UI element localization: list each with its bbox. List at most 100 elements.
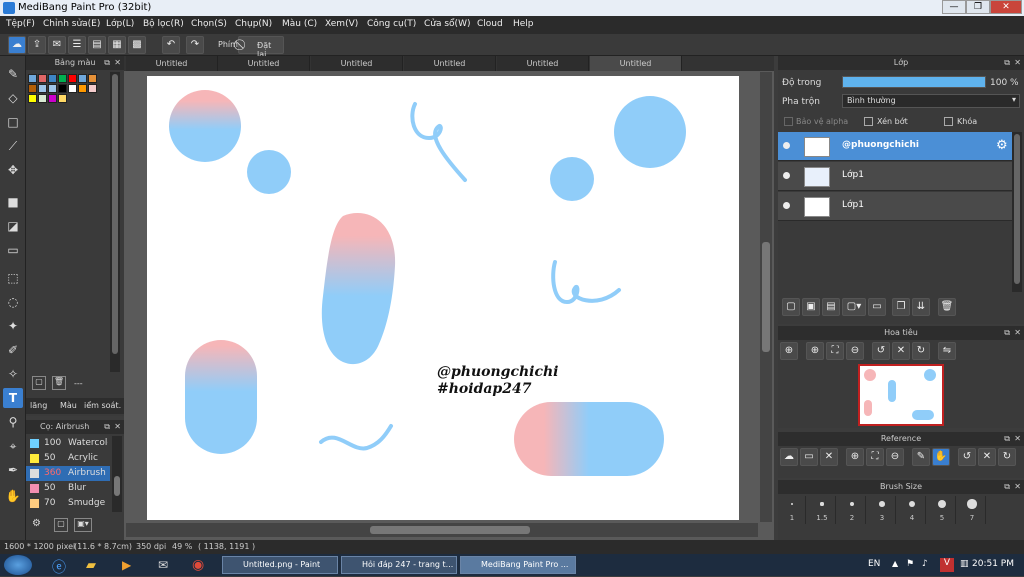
brush-item[interactable]: 70 Smudge	[26, 496, 110, 511]
popout-icon[interactable]: ⧉	[1004, 480, 1010, 494]
color-swatch[interactable]	[78, 84, 87, 93]
color-swatch[interactable]	[38, 74, 47, 83]
color-swatch[interactable]	[28, 74, 37, 83]
bucket-tool-icon[interactable]: ◪	[3, 216, 23, 236]
color-swatch[interactable]	[88, 84, 97, 93]
canvas-vscrollbar[interactable]	[760, 72, 772, 522]
close-panel-icon[interactable]: ✕	[114, 56, 121, 70]
rect-tool-icon[interactable]: □	[3, 112, 23, 132]
ie-icon[interactable]: ⓔ	[52, 557, 66, 577]
language-indicator[interactable]: EN	[868, 559, 880, 569]
delete-layer-icon[interactable]: 🗑	[938, 298, 956, 316]
maximize-button[interactable]: ❐	[966, 0, 990, 14]
fit-icon[interactable]: ⛶	[826, 342, 844, 360]
close-panel-icon[interactable]: ✕	[1014, 56, 1021, 70]
visibility-dot-icon[interactable]	[783, 172, 790, 179]
menu-layer[interactable]: Lớp(L)	[106, 19, 134, 29]
move-tool-icon[interactable]: ✥	[3, 160, 23, 180]
brush-size-option[interactable]: 4	[898, 496, 926, 524]
layer-scrollbar[interactable]	[1012, 132, 1022, 292]
zoom-in-icon[interactable]: ⊕	[846, 448, 864, 466]
popout-icon[interactable]: ⧉	[1004, 326, 1010, 340]
add-layer-menu-icon[interactable]: ▢▾	[842, 298, 866, 316]
tab-control[interactable]: iểm soát.	[84, 401, 121, 410]
zoom-in-icon[interactable]: ⊕	[806, 342, 824, 360]
menu-filter[interactable]: Bộ lọc(R)	[143, 19, 184, 29]
menu-help[interactable]: Help	[513, 19, 534, 29]
color-swatch[interactable]	[68, 74, 77, 83]
tab-untitled[interactable]: Untitled	[126, 56, 218, 71]
open-folder-icon[interactable]: ▭	[800, 448, 818, 466]
text-tool-icon[interactable]: T	[3, 388, 23, 408]
zoom-out-icon[interactable]: ⊖	[846, 342, 864, 360]
layer-row-selected[interactable]: @phuongchichi ⚙	[778, 132, 1012, 161]
duplicate-icon[interactable]: ❐	[892, 298, 910, 316]
menu-view[interactable]: Xem(V)	[325, 19, 358, 29]
clipping-checkbox[interactable]	[864, 117, 873, 126]
gradient-tool-icon[interactable]: ▭	[3, 240, 23, 260]
chat-icon[interactable]: ☰	[68, 36, 86, 54]
brush-size-option[interactable]: 5	[928, 496, 956, 524]
blend-select[interactable]: Bình thường ▾	[842, 94, 1020, 108]
snap-reset-button[interactable]: ⃠ Đặt lại	[238, 36, 284, 59]
select-pen-icon[interactable]: ✐	[3, 340, 23, 360]
tab-color[interactable]: Màu	[60, 401, 77, 410]
fill-rect-tool-icon[interactable]: ■	[3, 192, 23, 212]
menu-color[interactable]: Màu (C)	[282, 19, 317, 29]
brush-size-option[interactable]: 3	[868, 496, 896, 524]
pen-icon[interactable]: ✒	[3, 460, 23, 480]
tab-untitled[interactable]: Untitled	[404, 56, 496, 71]
taskbar-item-browser[interactable]: Hỏi đáp 247 - trang t...	[341, 556, 457, 574]
upload-icon[interactable]: ⇪	[28, 36, 46, 54]
layer-row[interactable]: Lớp1	[778, 192, 1012, 221]
menu-capture[interactable]: Chụp(N)	[235, 19, 272, 29]
add-brush-icon[interactable]: ⚙	[32, 518, 46, 532]
reset-view-icon[interactable]: ✕	[892, 342, 910, 360]
brush-item[interactable]: 360 Airbrush	[26, 466, 110, 481]
select-rect-icon[interactable]: ⬚	[3, 268, 23, 288]
menu-select[interactable]: Chọn(S)	[191, 19, 227, 29]
eyedropper-icon[interactable]: ✎	[912, 448, 930, 466]
minimize-button[interactable]: —	[942, 0, 966, 14]
network-icon[interactable]: ▥	[960, 559, 969, 569]
visibility-dot-icon[interactable]	[783, 202, 790, 209]
close-panel-icon[interactable]: ✕	[1014, 326, 1021, 340]
taskbar-item-paint[interactable]: Untitled.png - Paint	[222, 556, 338, 574]
flag-icon[interactable]: ⚑	[906, 559, 914, 569]
menu-file[interactable]: Tệp(F)	[6, 19, 35, 29]
clock[interactable]: 20:51 PM	[972, 559, 1014, 569]
start-button[interactable]	[4, 555, 32, 575]
brush-menu-icon[interactable]: ▣▾	[74, 518, 92, 532]
canvas-hscrollbar[interactable]	[126, 523, 758, 537]
hand-icon[interactable]: ✋	[932, 448, 950, 466]
brush-item[interactable]: 50 Acrylic	[26, 451, 110, 466]
color-swatch[interactable]	[58, 94, 67, 103]
brush-item[interactable]: 50 Blur	[26, 481, 110, 496]
lock-checkbox[interactable]	[944, 117, 953, 126]
tab-untitled[interactable]: Untitled	[497, 56, 589, 71]
menu-tools[interactable]: Công cụ(T)	[367, 19, 416, 29]
tab-untitled-active[interactable]: Untitled	[590, 56, 682, 71]
brush-size-option[interactable]: 2	[838, 496, 866, 524]
color-swatch[interactable]	[68, 84, 77, 93]
color-swatch[interactable]	[28, 94, 37, 103]
opacity-slider[interactable]	[842, 76, 986, 88]
color-swatch[interactable]	[48, 94, 57, 103]
magic-wand-icon[interactable]: ✦	[3, 316, 23, 336]
tray-arrow-icon[interactable]: ▲	[892, 559, 898, 568]
flip-icon[interactable]: ⇋	[938, 342, 956, 360]
hand-tool-icon[interactable]: ✋	[3, 486, 23, 506]
close-button[interactable]: ✕	[990, 0, 1022, 14]
drawing-canvas[interactable]: @phuongchichi #hoidap247	[147, 76, 739, 520]
media-icon[interactable]: ▶	[122, 558, 131, 572]
cloud-icon[interactable]: ☁	[8, 36, 26, 54]
line-tool-icon[interactable]: ⟋	[3, 136, 23, 156]
volume-icon[interactable]: ♪	[922, 559, 928, 569]
new-palette-icon[interactable]: ▢	[32, 376, 46, 390]
new-halftone-layer-icon[interactable]: ▣	[802, 298, 820, 316]
tab-untitled[interactable]: Untitled	[311, 56, 403, 71]
redo-icon[interactable]: ↷	[186, 36, 204, 54]
brush-scrollbar[interactable]	[112, 436, 122, 512]
tab-untitled[interactable]: Untitled	[218, 56, 310, 71]
new-brush-icon[interactable]: ▢	[54, 518, 68, 532]
